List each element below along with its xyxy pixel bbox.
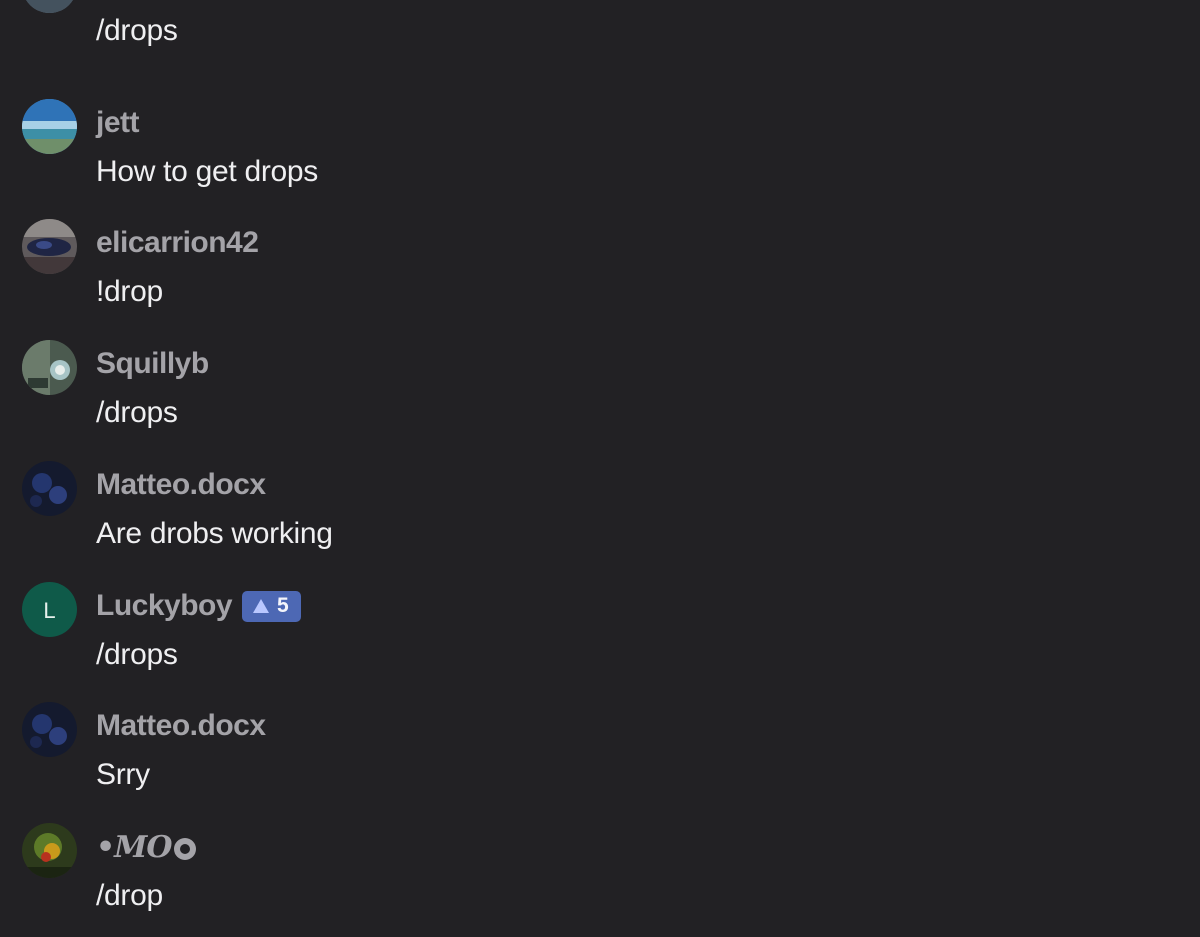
message-text: Are drobs working xyxy=(96,517,333,550)
car-avatar-icon xyxy=(22,219,77,274)
badge-count: 5 xyxy=(277,594,289,617)
chat-message: Squillyb /drops xyxy=(0,340,1200,450)
dark-blue-avatar-icon xyxy=(22,702,77,757)
ocean-avatar-icon xyxy=(22,99,77,154)
message-text: /drops xyxy=(96,638,178,671)
username[interactable]: Matteo.docx xyxy=(96,468,266,502)
message-text: /drop xyxy=(96,879,163,912)
user-avatar[interactable]: L xyxy=(22,582,77,637)
username[interactable]: Matteo.docx xyxy=(96,709,266,743)
chat-feed: alexmilas3 3 /drops jett How to get drop… xyxy=(0,0,1200,937)
colorful-avatar-icon xyxy=(22,823,77,878)
username[interactable]: Squillyb xyxy=(96,347,209,381)
chat-message: elicarrion42 !drop xyxy=(0,219,1200,329)
username[interactable]: •MO xyxy=(96,830,173,865)
user-avatar[interactable] xyxy=(22,99,77,154)
dark-blue-avatar-icon xyxy=(22,461,77,516)
message-text: /drops xyxy=(96,14,178,47)
username[interactable]: Luckyboy xyxy=(96,589,233,623)
message-text: Srry xyxy=(96,758,150,791)
user-avatar[interactable] xyxy=(22,823,77,878)
user-avatar[interactable] xyxy=(22,702,77,757)
landscape-avatar-icon xyxy=(22,0,77,13)
avatar-letter: L xyxy=(43,598,55,623)
user-avatar[interactable] xyxy=(22,219,77,274)
chat-message: Matteo.docx Are drobs working xyxy=(0,461,1200,571)
chat-message: jett How to get drops xyxy=(0,99,1200,209)
message-text: !drop xyxy=(96,275,163,308)
chat-message: alexmilas3 3 /drops xyxy=(0,0,1200,68)
username[interactable]: elicarrion42 xyxy=(96,226,259,260)
user-avatar[interactable] xyxy=(22,0,77,13)
triangle-icon xyxy=(253,599,270,613)
chat-message: Matteo.docx Srry xyxy=(0,702,1200,812)
user-avatar[interactable] xyxy=(22,461,77,516)
message-text: /drops xyxy=(96,396,178,429)
message-text: How to get drops xyxy=(96,155,318,188)
user-avatar[interactable] xyxy=(22,340,77,395)
chat-message: L Luckyboy 5 /drops xyxy=(0,582,1200,692)
level-badge: 5 xyxy=(242,590,301,622)
photo-avatar-icon xyxy=(22,340,77,395)
username[interactable]: jett xyxy=(96,106,140,140)
chat-message: •MO /drop xyxy=(0,823,1200,933)
letter-avatar-icon: L xyxy=(22,582,77,637)
ring-icon xyxy=(173,838,196,860)
